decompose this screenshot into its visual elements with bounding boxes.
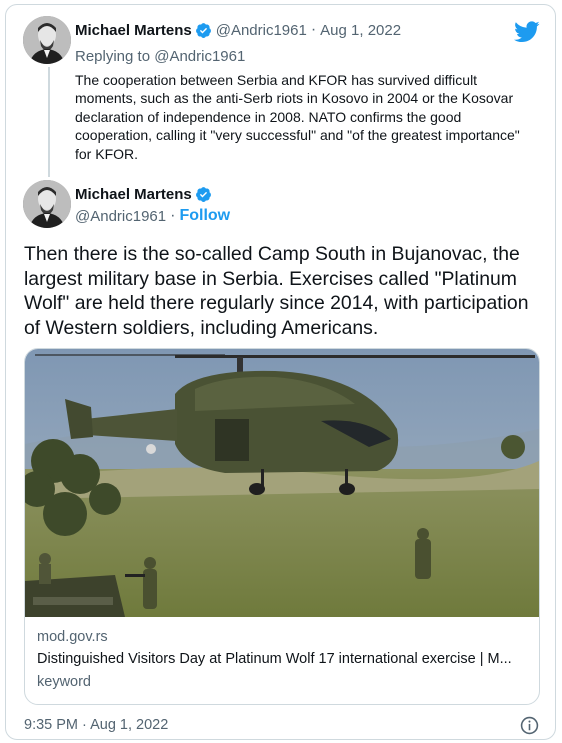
verified-badge-icon xyxy=(195,22,211,38)
link-preview-image[interactable] xyxy=(25,349,539,617)
follow-button[interactable]: Follow xyxy=(179,207,230,225)
verified-badge-icon xyxy=(195,187,211,202)
tweet-timestamp[interactable]: 9:35 PM · Aug 1, 2022 xyxy=(24,717,168,733)
author-name[interactable]: Michael Martens xyxy=(75,22,192,39)
link-domain: mod.gov.rs xyxy=(37,629,108,645)
quoted-tweet-header: Michael Martens @Andric1961 · Aug 1, 202… xyxy=(75,21,401,39)
quoted-tweet-text: The cooperation between Serbia and KFOR … xyxy=(75,72,520,162)
author-handle[interactable]: @Andric1961 xyxy=(75,208,166,225)
twitter-bird-icon[interactable] xyxy=(514,21,540,43)
tweet-embed-card: Michael Martens @Andric1961 · Aug 1, 202… xyxy=(5,4,556,740)
main-tweet-subheader: @Andric1961 · Follow xyxy=(75,207,230,225)
author-name[interactable]: Michael Martens xyxy=(75,186,192,203)
link-preview-card[interactable]: mod.gov.rs Distinguished Visitors Day at… xyxy=(24,348,540,705)
avatar[interactable] xyxy=(23,16,71,64)
avatar[interactable] xyxy=(23,180,71,228)
replying-to-label: Replying to xyxy=(75,48,155,65)
author-handle[interactable]: @Andric1961 xyxy=(216,22,307,39)
main-tweet-text: Then there is the so-called Camp South i… xyxy=(24,243,529,339)
main-tweet-header: Michael Martens xyxy=(75,186,212,203)
tweet-date[interactable]: Aug 1, 2022 xyxy=(320,22,401,39)
separator-dot: · xyxy=(170,207,176,224)
thread-line xyxy=(48,67,50,177)
info-icon[interactable] xyxy=(520,716,539,735)
link-title[interactable]: Distinguished Visitors Day at Platinum W… xyxy=(37,651,527,667)
replying-to-handle[interactable]: @Andric1961 xyxy=(154,48,245,65)
separator-dot: · xyxy=(310,21,317,38)
replying-to: Replying to @Andric1961 xyxy=(75,48,245,65)
link-description: keyword xyxy=(37,674,91,690)
